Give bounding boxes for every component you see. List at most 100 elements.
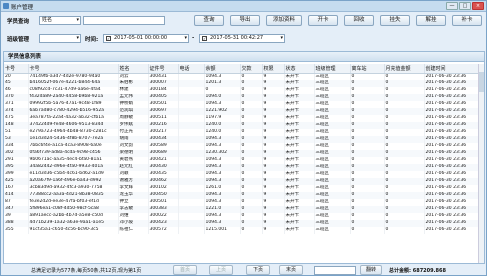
table-row[interactable]: 414 77388cc2-aa3a-4d21-8b38-0835 龙玉华 300450… bbox=[4, 192, 481, 200]
prev-page-button[interactable]: 上页 bbox=[209, 265, 233, 275]
table-row[interactable]: 302 0fa6f739-ad8a-4cda-9c98-c456 梁德明 300689… bbox=[4, 150, 481, 158]
add-record-button[interactable]: 添加资料 bbox=[266, 15, 302, 26]
table-cell: 371 bbox=[4, 101, 29, 109]
table-cell: 9 bbox=[262, 87, 285, 95]
table-cell: 未开卡 bbox=[284, 178, 315, 186]
table-cell: 孟元伟 bbox=[118, 94, 149, 102]
table-cell: 三班区 bbox=[314, 108, 351, 116]
table-row[interactable]: 370 f432da89-2a40-4458-b9b8-921a 孟元伟 300405… bbox=[4, 94, 481, 102]
column-header[interactable]: 状态 bbox=[284, 64, 315, 74]
table-cell: 9 bbox=[262, 115, 285, 123]
column-header[interactable]: 权限 bbox=[262, 64, 285, 74]
column-header[interactable]: 欠款 bbox=[240, 64, 263, 74]
table-cell: 300102 bbox=[148, 185, 179, 193]
table-cell: 0 bbox=[240, 136, 263, 144]
table-cell: 0 bbox=[350, 73, 385, 81]
table-row[interactable]: 20 74149fb-a3d7-4d2e-9780-94a0 刘云 300431 109… bbox=[4, 73, 481, 81]
table-cell: 9 bbox=[262, 94, 285, 102]
close-button[interactable]: × bbox=[472, 2, 484, 10]
table-row[interactable]: 371 09992f5b-5a76-47a1-9c48-1f89 钟桥娟 300501… bbox=[4, 101, 481, 109]
table-row[interactable]: 347 5f896ea1-c08f-4d50-98cf-5ca8 李志敏 300383… bbox=[4, 206, 481, 214]
recycle-card-button[interactable]: 回收 bbox=[344, 15, 374, 26]
table-cell: 0 bbox=[384, 80, 425, 88]
scroll-thumb[interactable] bbox=[479, 72, 484, 92]
table-cell: 1201.3 bbox=[204, 80, 241, 88]
table-cell: 1094.3 bbox=[204, 213, 241, 221]
table-row[interactable]: 39 a891aecc-a2bb-4b7d-a5e8-c50d 刘维 300022 10… bbox=[4, 213, 481, 221]
table-row[interactable]: 53 1e1d3d24-5436-4f8b-8707-7e2a 胡雨 300434 10… bbox=[4, 136, 481, 144]
table-row[interactable]: 87 fe3e2d2d-ee3e-47fa-bf03-ef1d 钟立 300501 10… bbox=[4, 199, 481, 207]
jump-button[interactable]: 翻转 bbox=[360, 265, 382, 275]
table-cell: e11d3d36-c5b4-4c61-bd62-a1d9 bbox=[28, 171, 119, 179]
table-cell: 1094.3 bbox=[204, 73, 241, 81]
table-cell: 三班区 bbox=[314, 150, 351, 158]
table-row[interactable]: 388 4d71b239-1a32-a63e-9aa1-a1e5 邓小坡 300423… bbox=[4, 220, 481, 228]
table-cell: 0 bbox=[384, 108, 425, 116]
table-row[interactable]: 374 6ab7ad80-c780-4294-b516-952a 范润琪 300697… bbox=[4, 108, 481, 116]
checkbox-icon[interactable]: ✓ bbox=[202, 36, 207, 41]
table-row[interactable]: 45 b416052f-067e-4221-b844-64a 朱伯彬 300007 12… bbox=[4, 80, 481, 88]
next-page-button[interactable]: 下页 bbox=[246, 265, 270, 275]
column-header[interactable]: 证件号 bbox=[148, 64, 179, 74]
table-cell: 2017-06-30 23:36 bbox=[424, 101, 481, 109]
search-button[interactable]: 查询 bbox=[194, 15, 224, 26]
page-number-input[interactable] bbox=[314, 266, 356, 275]
title-bar: 账户管理 — □ × bbox=[1, 1, 486, 12]
export-button[interactable]: 导出 bbox=[230, 15, 260, 26]
table-cell: 周静敏 bbox=[118, 115, 149, 123]
report-lost-button[interactable]: 挂失 bbox=[380, 15, 410, 26]
vertical-scrollbar[interactable] bbox=[478, 64, 484, 263]
table-row[interactable]: 46 c08f92cd-7c31-47d9-aa6e-4fa4 林建 300184 0 0… bbox=[4, 87, 481, 95]
first-page-button[interactable]: 首页 bbox=[173, 265, 197, 275]
table-row[interactable]: 395 34a82442-d96e-4fa0-9933-401a 赵元红 300430… bbox=[4, 164, 481, 172]
table-cell: 53 bbox=[4, 136, 29, 144]
table-cell: 三班区 bbox=[314, 87, 351, 95]
field-select[interactable]: 姓名 ▾ bbox=[39, 16, 81, 25]
table-row[interactable]: 51 e279a723-4964-4b48-8730-c281c 付正光 300217… bbox=[4, 129, 481, 137]
table-row[interactable]: 355 91cf35a1-c650-4c56-bc90-3c5 陈祖仁 300572 1… bbox=[4, 227, 481, 235]
maximize-button[interactable]: □ bbox=[459, 2, 471, 10]
table-row[interactable]: 475 3ea787fa-22a4-4a32-ab32-cfb1a 周静敏 30051… bbox=[4, 115, 481, 123]
column-header[interactable]: 姓名 bbox=[118, 64, 149, 74]
table-cell: 300022 bbox=[148, 213, 179, 221]
replace-card-button[interactable]: 补卡 bbox=[452, 15, 482, 26]
table-cell: 0 bbox=[240, 101, 263, 109]
table-row[interactable]: 148 374224d9-fe48-4606-9513-834d 罗伟斌 300216… bbox=[4, 122, 481, 130]
table-cell: 9 bbox=[262, 227, 285, 235]
date-from-picker[interactable]: ✓ 2017-05-01 00:00:00 ▾ bbox=[103, 34, 189, 43]
table-row[interactable]: 167 3cb83d9d-a932-4fc3-a930-7758 李文辉 300102… bbox=[4, 185, 481, 193]
class-select[interactable]: ▾ bbox=[39, 34, 81, 43]
table-row[interactable]: 399 e11d3d36-c5b4-4c61-bd62-a1d9 刘颖 300435 1… bbox=[4, 171, 481, 179]
table-cell: 0 bbox=[384, 157, 425, 165]
table-cell: 0 bbox=[384, 143, 425, 151]
minimize-button[interactable]: — bbox=[446, 2, 458, 10]
column-header[interactable]: 月充值金额 bbox=[384, 64, 425, 74]
table-row[interactable]: 425 a20a67f9-1a6f-496e-ba43-d992 谢雅芳 300462… bbox=[4, 178, 481, 186]
column-header[interactable]: 离车站 bbox=[350, 64, 385, 74]
table-cell: 300434 bbox=[148, 136, 179, 144]
table-cell: 2017-06-30 23:36 bbox=[424, 122, 481, 130]
column-header[interactable]: 班级管理 bbox=[314, 64, 351, 74]
table-cell: 0 bbox=[384, 73, 425, 81]
table-cell: 300501 bbox=[148, 199, 179, 207]
column-header[interactable]: 卡号 bbox=[4, 64, 29, 74]
table-cell: 167 bbox=[4, 185, 29, 193]
table-cell: 0 bbox=[384, 192, 425, 200]
table-cell: 朱伯彬 bbox=[118, 80, 149, 88]
unlock-button[interactable]: 解挂 bbox=[416, 15, 446, 26]
table-cell: 0 bbox=[350, 227, 385, 235]
column-header[interactable]: 创建时间 bbox=[424, 64, 481, 74]
column-header[interactable]: 电话 bbox=[178, 64, 205, 74]
checkbox-icon[interactable]: ✓ bbox=[106, 36, 111, 41]
table-cell: 0 bbox=[350, 199, 385, 207]
column-header[interactable]: 卡号 bbox=[28, 64, 119, 74]
table-row[interactable]: 291 9b0671ac-aa35-4ec4-bfa0-81a1 黄碧燕 300421… bbox=[4, 157, 481, 165]
column-header[interactable]: 余额 bbox=[204, 64, 241, 74]
open-card-button[interactable]: 开卡 bbox=[308, 15, 338, 26]
table-row[interactable]: 334 7bbc6f4e-a1ca-4ca3-8908-6a0e 刘文韵 300589… bbox=[4, 143, 481, 151]
table-cell: 9 bbox=[262, 192, 285, 200]
date-to-picker[interactable]: ✓ 2017-05-31 00:42:27 ▾ bbox=[199, 34, 285, 43]
table-cell: 0 bbox=[350, 157, 385, 165]
search-input[interactable] bbox=[83, 16, 165, 25]
last-page-button[interactable]: 末页 bbox=[279, 265, 303, 275]
